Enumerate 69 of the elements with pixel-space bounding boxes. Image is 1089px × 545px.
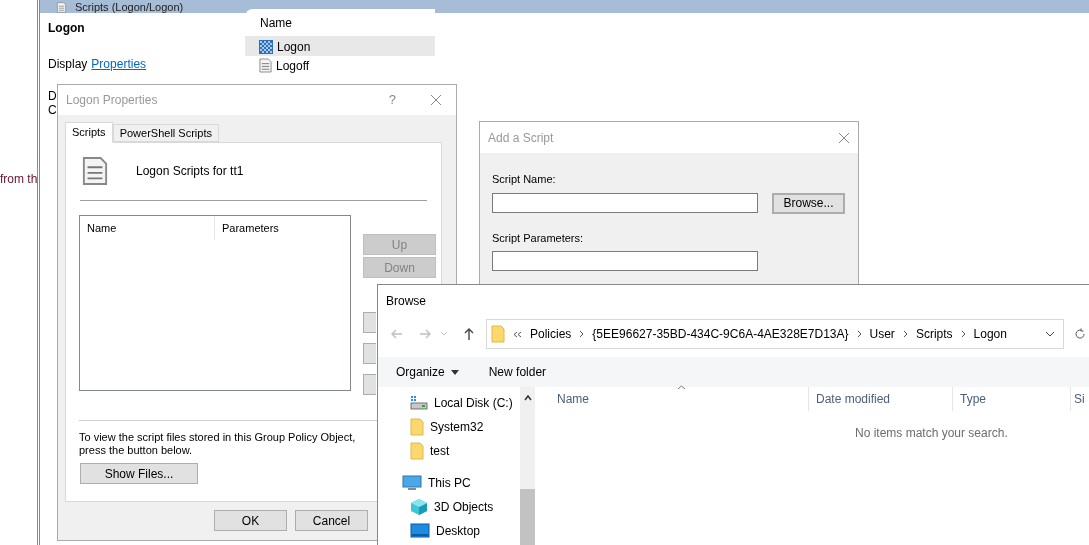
dialog-button[interactable]: OK [214,510,287,531]
column-header[interactable]: Type [953,387,1071,411]
text-field[interactable] [492,251,758,271]
breadcrumb-separator-icon [902,330,908,338]
chevron-down-icon[interactable] [1045,331,1055,337]
toolbar-button[interactable]: Organize [396,363,459,381]
text-field[interactable] [492,193,758,213]
breadcrumb-separator-icon [856,330,862,338]
scroll-up-icon[interactable] [523,395,532,401]
forward-arrow-icon[interactable] [418,327,432,341]
nav-item[interactable]: 3D Objects [378,495,520,519]
nav-item[interactable]: System32 [378,415,520,439]
tab[interactable]: Scripts [65,122,113,143]
browse-button[interactable]: Browse... [772,192,845,214]
display-label: Display [48,56,88,73]
desktop-icon [410,523,430,539]
address-bar[interactable]: Policies {5EE96627-35BD-434C-9C6A-4AE328E7D13A} User Scripts Logon [486,319,1064,349]
caret-down-icon [450,369,459,375]
breadcrumb-item[interactable]: Policies [530,325,572,343]
info-text: To view the script files stored in this Group Policy Object, press the button below. [79,431,357,457]
background-text: from th [0,171,38,188]
field-label: Script Name: [492,172,557,187]
folder-icon [410,442,424,460]
folder-icon [410,418,424,436]
empty-message: No items match your search. [855,425,1009,442]
window-title: Browse [386,293,426,310]
section-heading: Logon Scripts for tt1 [136,163,244,180]
toolbar-button[interactable]: New folder [488,363,547,381]
column-header[interactable]: Si [1071,387,1089,411]
cube-icon [410,498,428,516]
breadcrumb-separator-icon [579,330,585,338]
description-text: D [48,89,57,103]
breadcrumb-item[interactable]: User [869,325,895,343]
column-header[interactable]: Name [535,387,809,411]
column-header[interactable]: Name [80,216,215,240]
field-label: Script Parameters: [492,230,585,246]
scrollbar[interactable] [520,387,535,545]
list-item[interactable]: Logon [245,37,435,56]
tab[interactable]: PowerShell Scripts [112,124,219,142]
nav-item[interactable]: Local Disk (C:) [378,391,520,415]
window-title: Scripts (Logon/Logon) [75,1,184,13]
show-files-button[interactable]: Show Files... [80,463,198,484]
monitor-icon [402,475,422,491]
breadcrumb-separator-icon [960,330,966,338]
section-heading: Logon [48,20,86,37]
help-button[interactable]: ? [388,90,396,110]
close-icon[interactable] [430,94,442,106]
properties-link[interactable]: Properties [91,55,147,73]
refresh-icon[interactable] [1074,328,1086,340]
drive-icon [410,396,428,410]
back-arrow-icon[interactable] [390,327,404,341]
nav-item[interactable]: test [378,439,520,463]
up-arrow-icon[interactable] [462,327,476,341]
dialog-button[interactable]: Cancel [295,510,368,531]
nav-item[interactable]: This PC [378,471,520,495]
column-header[interactable]: Parameters [215,216,350,240]
scrollbar-thumb[interactable] [520,489,535,545]
sort-caret-icon [677,385,686,390]
breadcrumb-item[interactable]: Logon [973,325,1007,343]
breadcrumb-item[interactable]: Scripts [915,325,953,343]
description-text: C [48,103,57,117]
double-chevron-icon[interactable] [513,330,522,338]
nav-item[interactable]: Desktop [378,519,520,543]
window-title: Logon Properties [66,92,158,109]
window-title: Add a Script [488,129,555,147]
folder-icon [491,325,505,343]
breadcrumb-item[interactable]: {5EE96627-35BD-434C-9C6A-4AE328E7D13A} [592,325,849,343]
column-header[interactable]: Date modified [809,387,953,411]
close-icon[interactable] [838,131,850,144]
